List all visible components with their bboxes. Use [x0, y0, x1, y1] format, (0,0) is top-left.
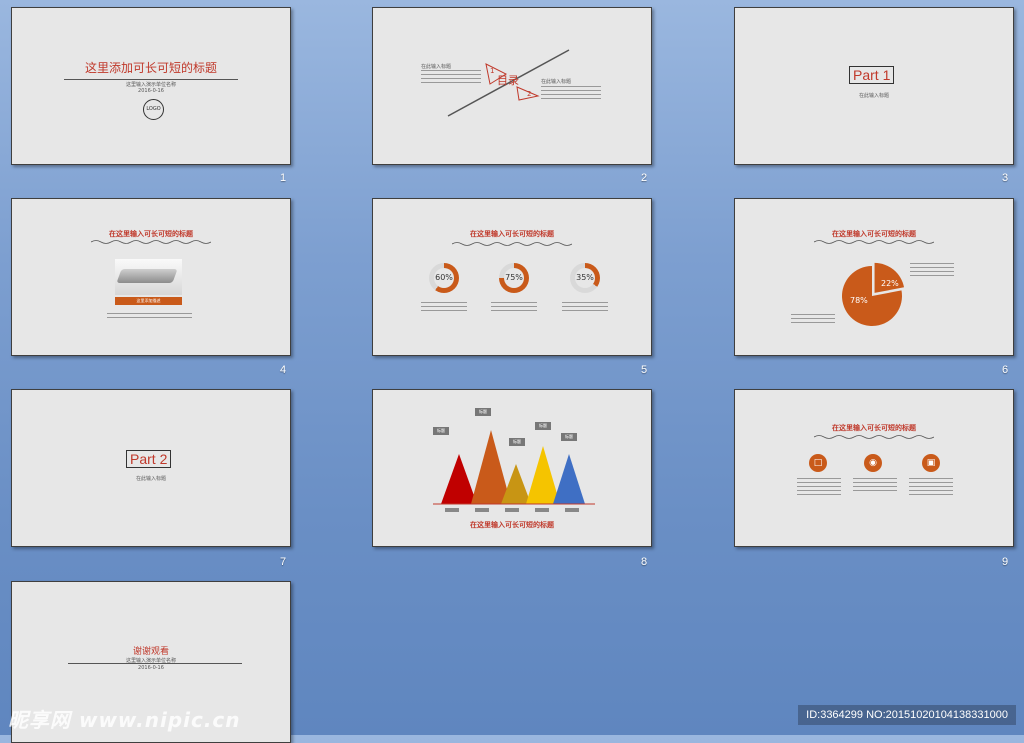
toc-item-2-text [541, 86, 601, 100]
ring-label: 60% [435, 273, 453, 282]
icon-text-1 [797, 478, 841, 496]
slide-subtitle: 这里输入演示单位名称 [125, 82, 176, 88]
chat-icon: □ [809, 454, 827, 472]
slide-number: 4 [280, 364, 287, 376]
slide-number: 6 [1002, 364, 1009, 376]
slide-thumbnail-5[interactable]: 在这里输入可长可短的标题 60% 75% 35% [372, 198, 652, 356]
slide-number: 3 [1002, 172, 1009, 184]
location-icon: ◉ [864, 454, 882, 472]
wavy-divider [814, 240, 934, 244]
slide-thumbnail-6[interactable]: 在这里输入可长可短的标题 78% 22% [734, 198, 1014, 356]
slide-number: 5 [641, 364, 648, 376]
slide-subtitle: 这里输入演示单位名称 [125, 658, 176, 664]
slide-thumbnail-4[interactable]: 在这里输入可长可短的标题 这里添加描述 [11, 198, 291, 356]
wavy-divider [91, 240, 211, 244]
callout-2: 标题 [475, 408, 491, 416]
progress-ring-1: 60% [429, 263, 459, 293]
slide-number: 8 [641, 556, 648, 568]
legend-row [445, 508, 585, 512]
toc-item-1: 在此输入标题 [421, 64, 452, 70]
wavy-divider [452, 242, 572, 246]
part-title: Part 1 [849, 66, 895, 84]
callout-3: 标题 [509, 438, 525, 446]
pie-text-right [910, 263, 954, 277]
ring-label: 35% [576, 273, 594, 282]
slide-thumbnail-8[interactable]: 标题 标题 标题 标题 标题 在这里输入可长可短的标题 [372, 389, 652, 547]
slide-title: 在这里输入可长可短的标题 [109, 230, 193, 238]
slide-thumbnail-2[interactable]: 目录 1 2 在此输入标题 在此输入标题 [372, 7, 652, 165]
triangle-blue [553, 454, 585, 504]
progress-ring-3: 35% [570, 263, 600, 293]
callout-5: 标题 [561, 433, 577, 441]
logo-circle: LOGO [143, 99, 164, 120]
slide-number: 2 [641, 172, 648, 184]
part-caption: 在此输入标题 [135, 476, 166, 482]
ring-text-2 [491, 302, 537, 314]
icon-text-2 [853, 478, 897, 492]
slide-title: 在这里输入可长可短的标题 [470, 521, 554, 529]
pie-text-left [791, 314, 835, 326]
toc-title: 目录 [497, 74, 519, 87]
slide-thumbnail-1[interactable]: 这里添加可长可短的标题 这里输入演示单位名称 2016-0-16 LOGO [11, 7, 291, 165]
image-id-bar: ID:3364299 NO:20151020104138331000 [798, 705, 1016, 725]
phone-shape [116, 269, 178, 283]
slide-title: 在这里输入可长可短的标题 [470, 230, 554, 238]
slide-thumbnail-7[interactable]: Part 2 在此输入标题 [11, 389, 291, 547]
logo-text: LOGO [146, 106, 161, 112]
toc-item-2: 在此输入标题 [541, 79, 572, 85]
photo-caption-bar: 这里添加描述 [115, 297, 182, 305]
divider [64, 79, 238, 80]
slide-number: 7 [280, 556, 287, 568]
progress-ring-2: 75% [499, 263, 529, 293]
slide-date: 2016-0-16 [138, 88, 164, 94]
ring-text-3 [562, 302, 608, 314]
slide-title: 谢谢观看 [132, 647, 169, 657]
triangle-orange [471, 430, 511, 504]
camera-icon: ▣ [922, 454, 940, 472]
phone-photo [115, 259, 182, 295]
slide-title: 在这里输入可长可短的标题 [832, 424, 916, 432]
pie-chart [842, 262, 905, 326]
slide-date: 2016-0-16 [138, 665, 164, 671]
slide-thumbnail-9[interactable]: 在这里输入可长可短的标题 □ ◉ ▣ [734, 389, 1014, 547]
toc-item-1-text [421, 70, 481, 84]
toc-num-2: 2 [527, 90, 532, 98]
slide-title: 在这里输入可长可短的标题 [832, 230, 916, 238]
pie-label-78: 78% [850, 296, 868, 305]
pie-label-22: 22% [881, 279, 899, 288]
body-text [107, 313, 192, 321]
icon-text-3 [909, 478, 953, 496]
photo-caption: 这里添加描述 [136, 298, 161, 303]
watermark: 昵享网 www.nipic.cn [8, 708, 241, 732]
callout-1: 标题 [433, 427, 449, 435]
slide-title: 这里添加可长可短的标题 [84, 61, 217, 75]
part-caption: 在此输入标题 [858, 93, 889, 99]
pie-slice-small [874, 262, 905, 293]
slide-number: 9 [1002, 556, 1009, 568]
slide-number: 1 [280, 172, 287, 184]
ring-label: 75% [505, 273, 523, 282]
ring-text-1 [421, 302, 467, 314]
toc-num-1: 1 [490, 67, 495, 75]
triangle-red [441, 454, 477, 504]
wavy-divider [814, 435, 934, 439]
triangle-yellow [526, 446, 560, 504]
callout-4: 标题 [535, 422, 551, 430]
part-title: Part 2 [126, 450, 172, 468]
slide-thumbnail-3[interactable]: Part 1 在此输入标题 [734, 7, 1014, 165]
